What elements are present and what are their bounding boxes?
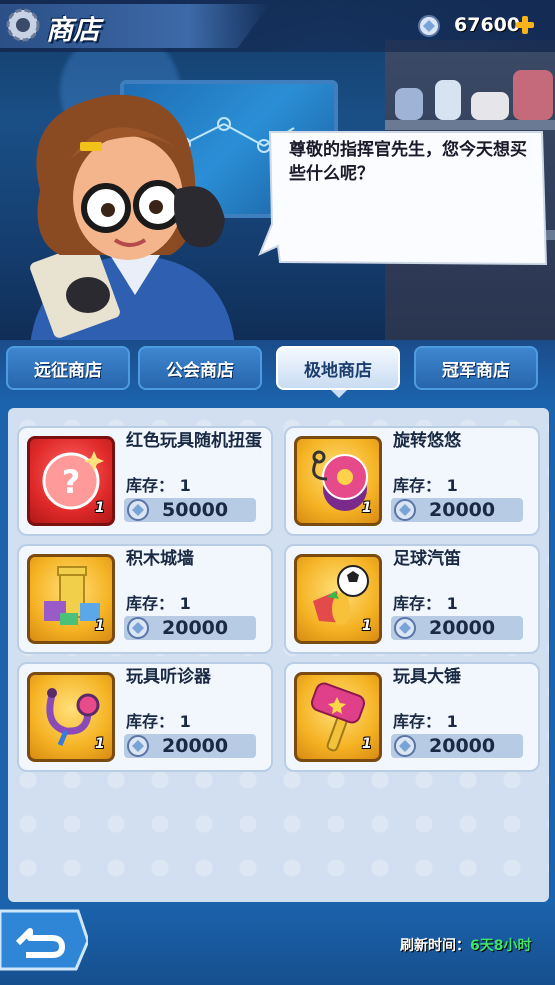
item-stock: 库存： 1 xyxy=(393,476,458,495)
item-price: 20000 xyxy=(429,617,496,639)
price-bar: 50000 xyxy=(124,498,256,522)
coin-icon xyxy=(127,499,149,521)
active-tab-pointer xyxy=(331,390,347,398)
shop-item-card[interactable]: 1 旋转悠悠 库存： 1 20000 xyxy=(284,426,540,536)
item-name: 足球汽笛 xyxy=(393,549,461,569)
back-button[interactable] xyxy=(0,907,88,973)
coin-icon xyxy=(418,15,440,37)
shop-item-card[interactable]: 1 玩具大锤 库存： 1 20000 xyxy=(284,662,540,772)
price-bar: 20000 xyxy=(124,734,256,758)
item-price: 20000 xyxy=(429,735,496,757)
item-stock: 库存： 1 xyxy=(393,594,458,613)
item-price: 20000 xyxy=(429,499,496,521)
item-stock: 库存： 1 xyxy=(126,712,191,731)
item-price: 20000 xyxy=(162,617,229,639)
item-stock: 库存： 1 xyxy=(393,712,458,731)
price-bar: 20000 xyxy=(124,616,256,640)
item-stock: 库存： 1 xyxy=(126,476,191,495)
npc-speech-text: 尊敬的指挥官先生，您今天想买些什么呢？ xyxy=(289,140,527,184)
item-price: 50000 xyxy=(162,499,229,521)
item-quantity: 1 xyxy=(362,736,372,752)
tab-guild-shop[interactable]: 公会商店 xyxy=(138,346,262,390)
item-quantity: 1 xyxy=(362,500,372,516)
currency-amount: 67600 xyxy=(454,14,521,36)
coin-icon xyxy=(127,735,149,757)
coin-icon xyxy=(394,735,416,757)
item-name: 玩具大锤 xyxy=(393,667,461,687)
item-name: 玩具听诊器 xyxy=(126,667,211,687)
coin-icon xyxy=(394,499,416,521)
shop-item-card[interactable]: 1 积木城墙 库存： 1 20000 xyxy=(17,544,273,654)
tab-expedition-shop[interactable]: 远征商店 xyxy=(6,346,130,390)
shop-item-grid: ? 1 红色玩具随机扭蛋 库存： 1 50000 1 旋转悠悠 库存： 1 20… xyxy=(8,408,549,902)
item-name: 红色玩具随机扭蛋 xyxy=(126,431,262,451)
item-price: 20000 xyxy=(162,735,229,757)
item-name: 积木城墙 xyxy=(126,549,194,569)
add-currency-button[interactable] xyxy=(514,14,536,36)
shop-item-card[interactable]: 1 足球汽笛 库存： 1 20000 xyxy=(284,544,540,654)
tab-polar-shop[interactable]: 极地商店 xyxy=(276,346,400,390)
shop-scene: 商店 67600 尊敬的指挥官先生，您今天想买些什么呢？ xyxy=(0,0,555,345)
item-quantity: 1 xyxy=(95,736,105,752)
shop-item-card[interactable]: 1 玩具听诊器 库存： 1 20000 xyxy=(17,662,273,772)
npc-scientist xyxy=(30,94,235,345)
item-quantity: 1 xyxy=(362,618,372,634)
price-bar: 20000 xyxy=(391,734,523,758)
page-title: 商店 xyxy=(46,15,100,46)
item-quantity: 1 xyxy=(95,618,105,634)
refresh-timer: 刷新时间：6天8小时 xyxy=(400,938,532,954)
coin-icon xyxy=(127,617,149,639)
price-bar: 20000 xyxy=(391,498,523,522)
gear-icon xyxy=(6,8,40,42)
shop-item-card[interactable]: ? 1 红色玩具随机扭蛋 库存： 1 50000 xyxy=(17,426,273,536)
coin-icon xyxy=(394,617,416,639)
item-quantity: 1 xyxy=(95,500,105,516)
item-stock: 库存： 1 xyxy=(126,594,191,613)
item-name: 旋转悠悠 xyxy=(393,431,461,451)
tab-champion-shop[interactable]: 冠军商店 xyxy=(414,346,538,390)
svg-text:?: ? xyxy=(62,463,81,501)
price-bar: 20000 xyxy=(391,616,523,640)
shop-tab-bar: 远征商店 公会商店 极地商店 冠军商店 xyxy=(0,340,555,402)
